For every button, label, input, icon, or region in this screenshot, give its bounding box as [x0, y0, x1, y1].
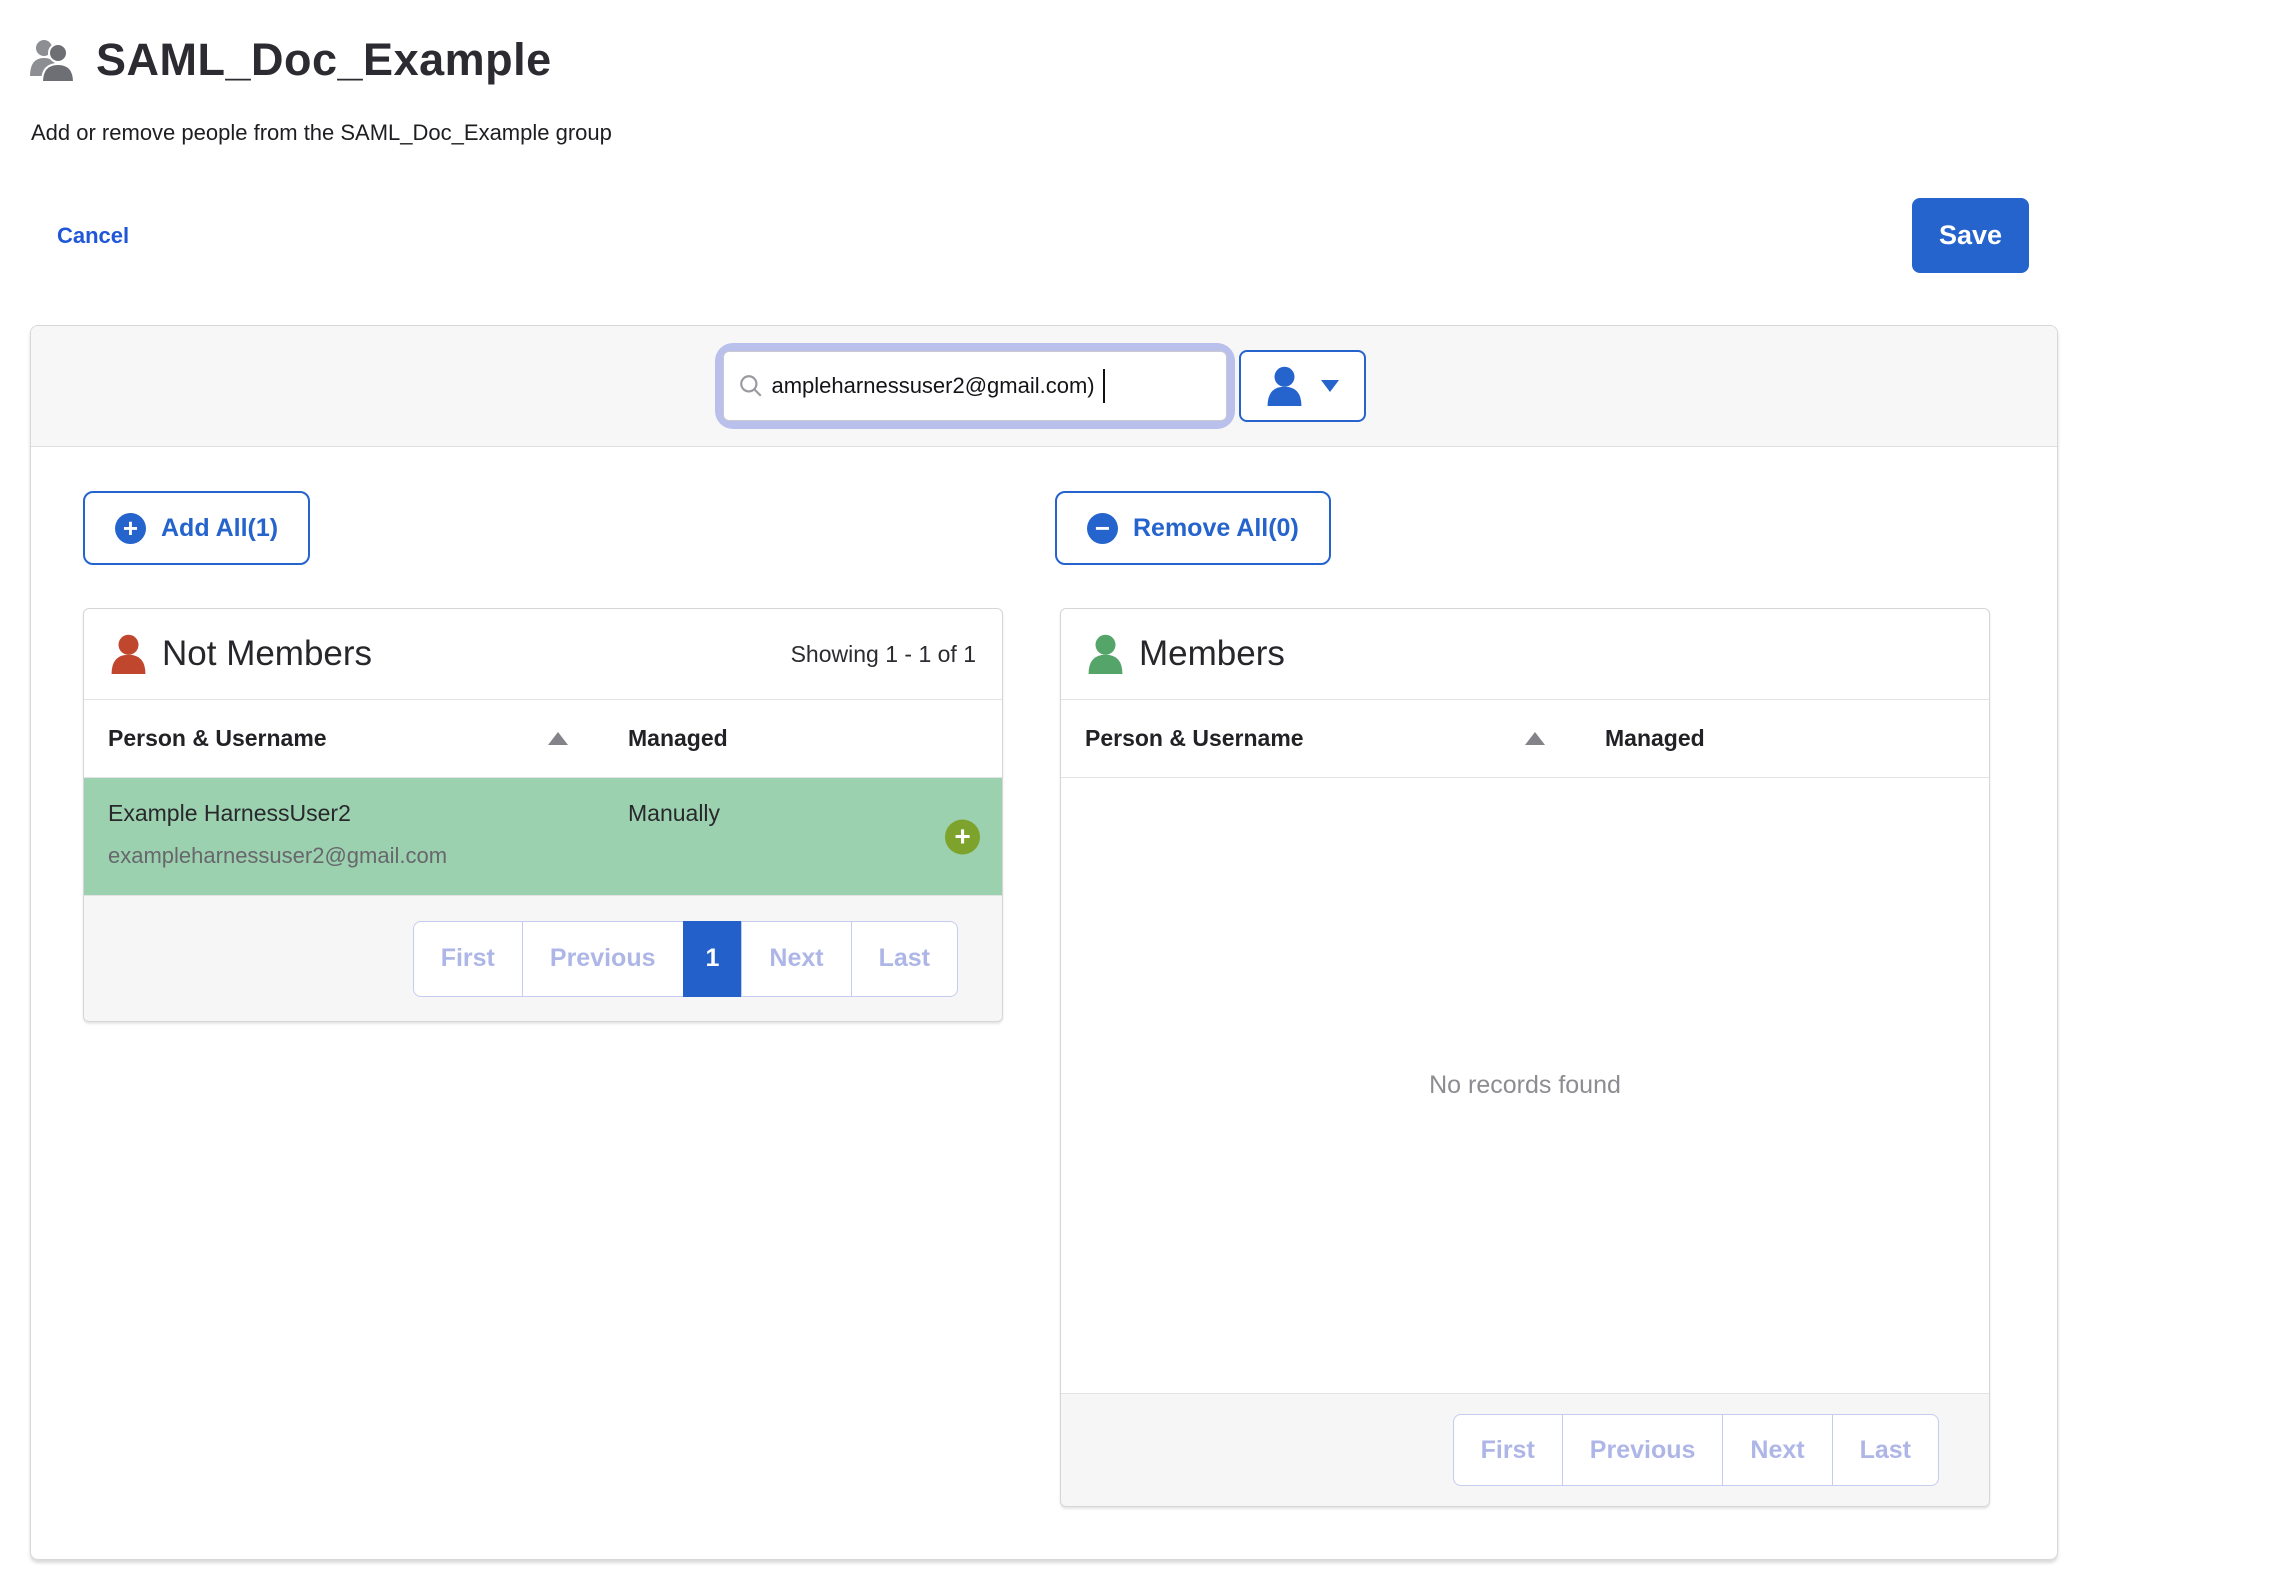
column-header-managed: Managed [628, 725, 728, 752]
managed-cell: Manually [628, 800, 720, 869]
search-icon [738, 373, 764, 399]
save-button[interactable]: Save [1912, 198, 2029, 273]
group-membership-panel: ampleharnessuser2@gmail.com) + Add All(1… [30, 325, 2058, 1560]
sort-asc-icon [548, 732, 568, 745]
plus-circle-icon: + [115, 513, 146, 544]
chevron-down-icon [1321, 380, 1339, 392]
not-members-title: Not Members [162, 634, 372, 674]
group-icon [28, 38, 80, 82]
minus-circle-icon: − [1087, 513, 1118, 544]
add-all-label: Add All(1) [161, 514, 278, 543]
members-header: Members [1061, 609, 1989, 700]
pagination-next-button[interactable]: Next [741, 921, 851, 997]
add-all-button[interactable]: + Add All(1) [83, 491, 310, 565]
pagination-page-1-button[interactable]: 1 [683, 921, 743, 997]
search-input-value: ampleharnessuser2@gmail.com) [772, 373, 1095, 399]
pagination-previous-button[interactable]: Previous [522, 921, 684, 997]
members-title: Members [1139, 634, 1285, 674]
members-pagination: First Previous Next Last [1453, 1414, 1939, 1486]
page-header: SAML_Doc_Example [28, 34, 2289, 86]
header-actions: Cancel Save [57, 198, 2029, 273]
empty-message: No records found [1429, 1071, 1621, 1100]
not-members-showing-count: Showing 1 - 1 of 1 [791, 641, 976, 668]
text-cursor [1103, 369, 1105, 403]
person-cell: Example HarnessUser2 exampleharnessuser2… [108, 800, 568, 869]
cancel-link[interactable]: Cancel [57, 223, 129, 249]
pagination-previous-button[interactable]: Previous [1562, 1414, 1724, 1486]
person-username: exampleharnessuser2@gmail.com [108, 843, 568, 869]
column-header-managed: Managed [1605, 725, 1705, 752]
add-member-icon[interactable]: + [945, 819, 980, 854]
person-name: Example HarnessUser2 [108, 800, 568, 827]
members-footer: First Previous Next Last [1061, 1393, 1989, 1506]
not-members-card: Not Members Showing 1 - 1 of 1 Person & … [83, 608, 1003, 1022]
table-row[interactable]: Example HarnessUser2 exampleharnessuser2… [84, 778, 1002, 895]
pagination-last-button[interactable]: Last [851, 921, 958, 997]
search-input[interactable]: ampleharnessuser2@gmail.com) [723, 351, 1227, 421]
not-members-person-icon [110, 634, 147, 674]
search-section: ampleharnessuser2@gmail.com) [31, 326, 2057, 447]
person-icon [1266, 366, 1303, 406]
page-subtitle: Add or remove people from the SAML_Doc_E… [31, 120, 2289, 146]
panel-content: + Add All(1) − Remove All(0) Not Members… [31, 447, 2057, 1559]
members-card: Members Person & Username Managed No rec… [1060, 608, 1990, 1507]
search-focus-ring: ampleharnessuser2@gmail.com) [723, 351, 1227, 421]
column-header-person-username[interactable]: Person & Username [108, 725, 568, 752]
not-members-header: Not Members Showing 1 - 1 of 1 [84, 609, 1002, 700]
members-empty-state: No records found [1061, 778, 1989, 1393]
pagination-last-button[interactable]: Last [1832, 1414, 1939, 1486]
not-members-footer: First Previous 1 Next Last [84, 895, 1002, 1021]
pagination-first-button[interactable]: First [1453, 1414, 1563, 1486]
search-type-dropdown[interactable] [1239, 350, 1366, 422]
not-members-pagination: First Previous 1 Next Last [413, 921, 958, 997]
not-members-table-header: Person & Username Managed [84, 700, 1002, 778]
members-person-icon [1087, 634, 1124, 674]
members-table-header: Person & Username Managed [1061, 700, 1989, 778]
remove-all-label: Remove All(0) [1133, 514, 1299, 543]
column-header-person-username[interactable]: Person & Username [1085, 725, 1545, 752]
pagination-first-button[interactable]: First [413, 921, 523, 997]
sort-asc-icon [1525, 732, 1545, 745]
pagination-next-button[interactable]: Next [1722, 1414, 1832, 1486]
page-title: SAML_Doc_Example [96, 34, 552, 86]
remove-all-button[interactable]: − Remove All(0) [1055, 491, 1331, 565]
